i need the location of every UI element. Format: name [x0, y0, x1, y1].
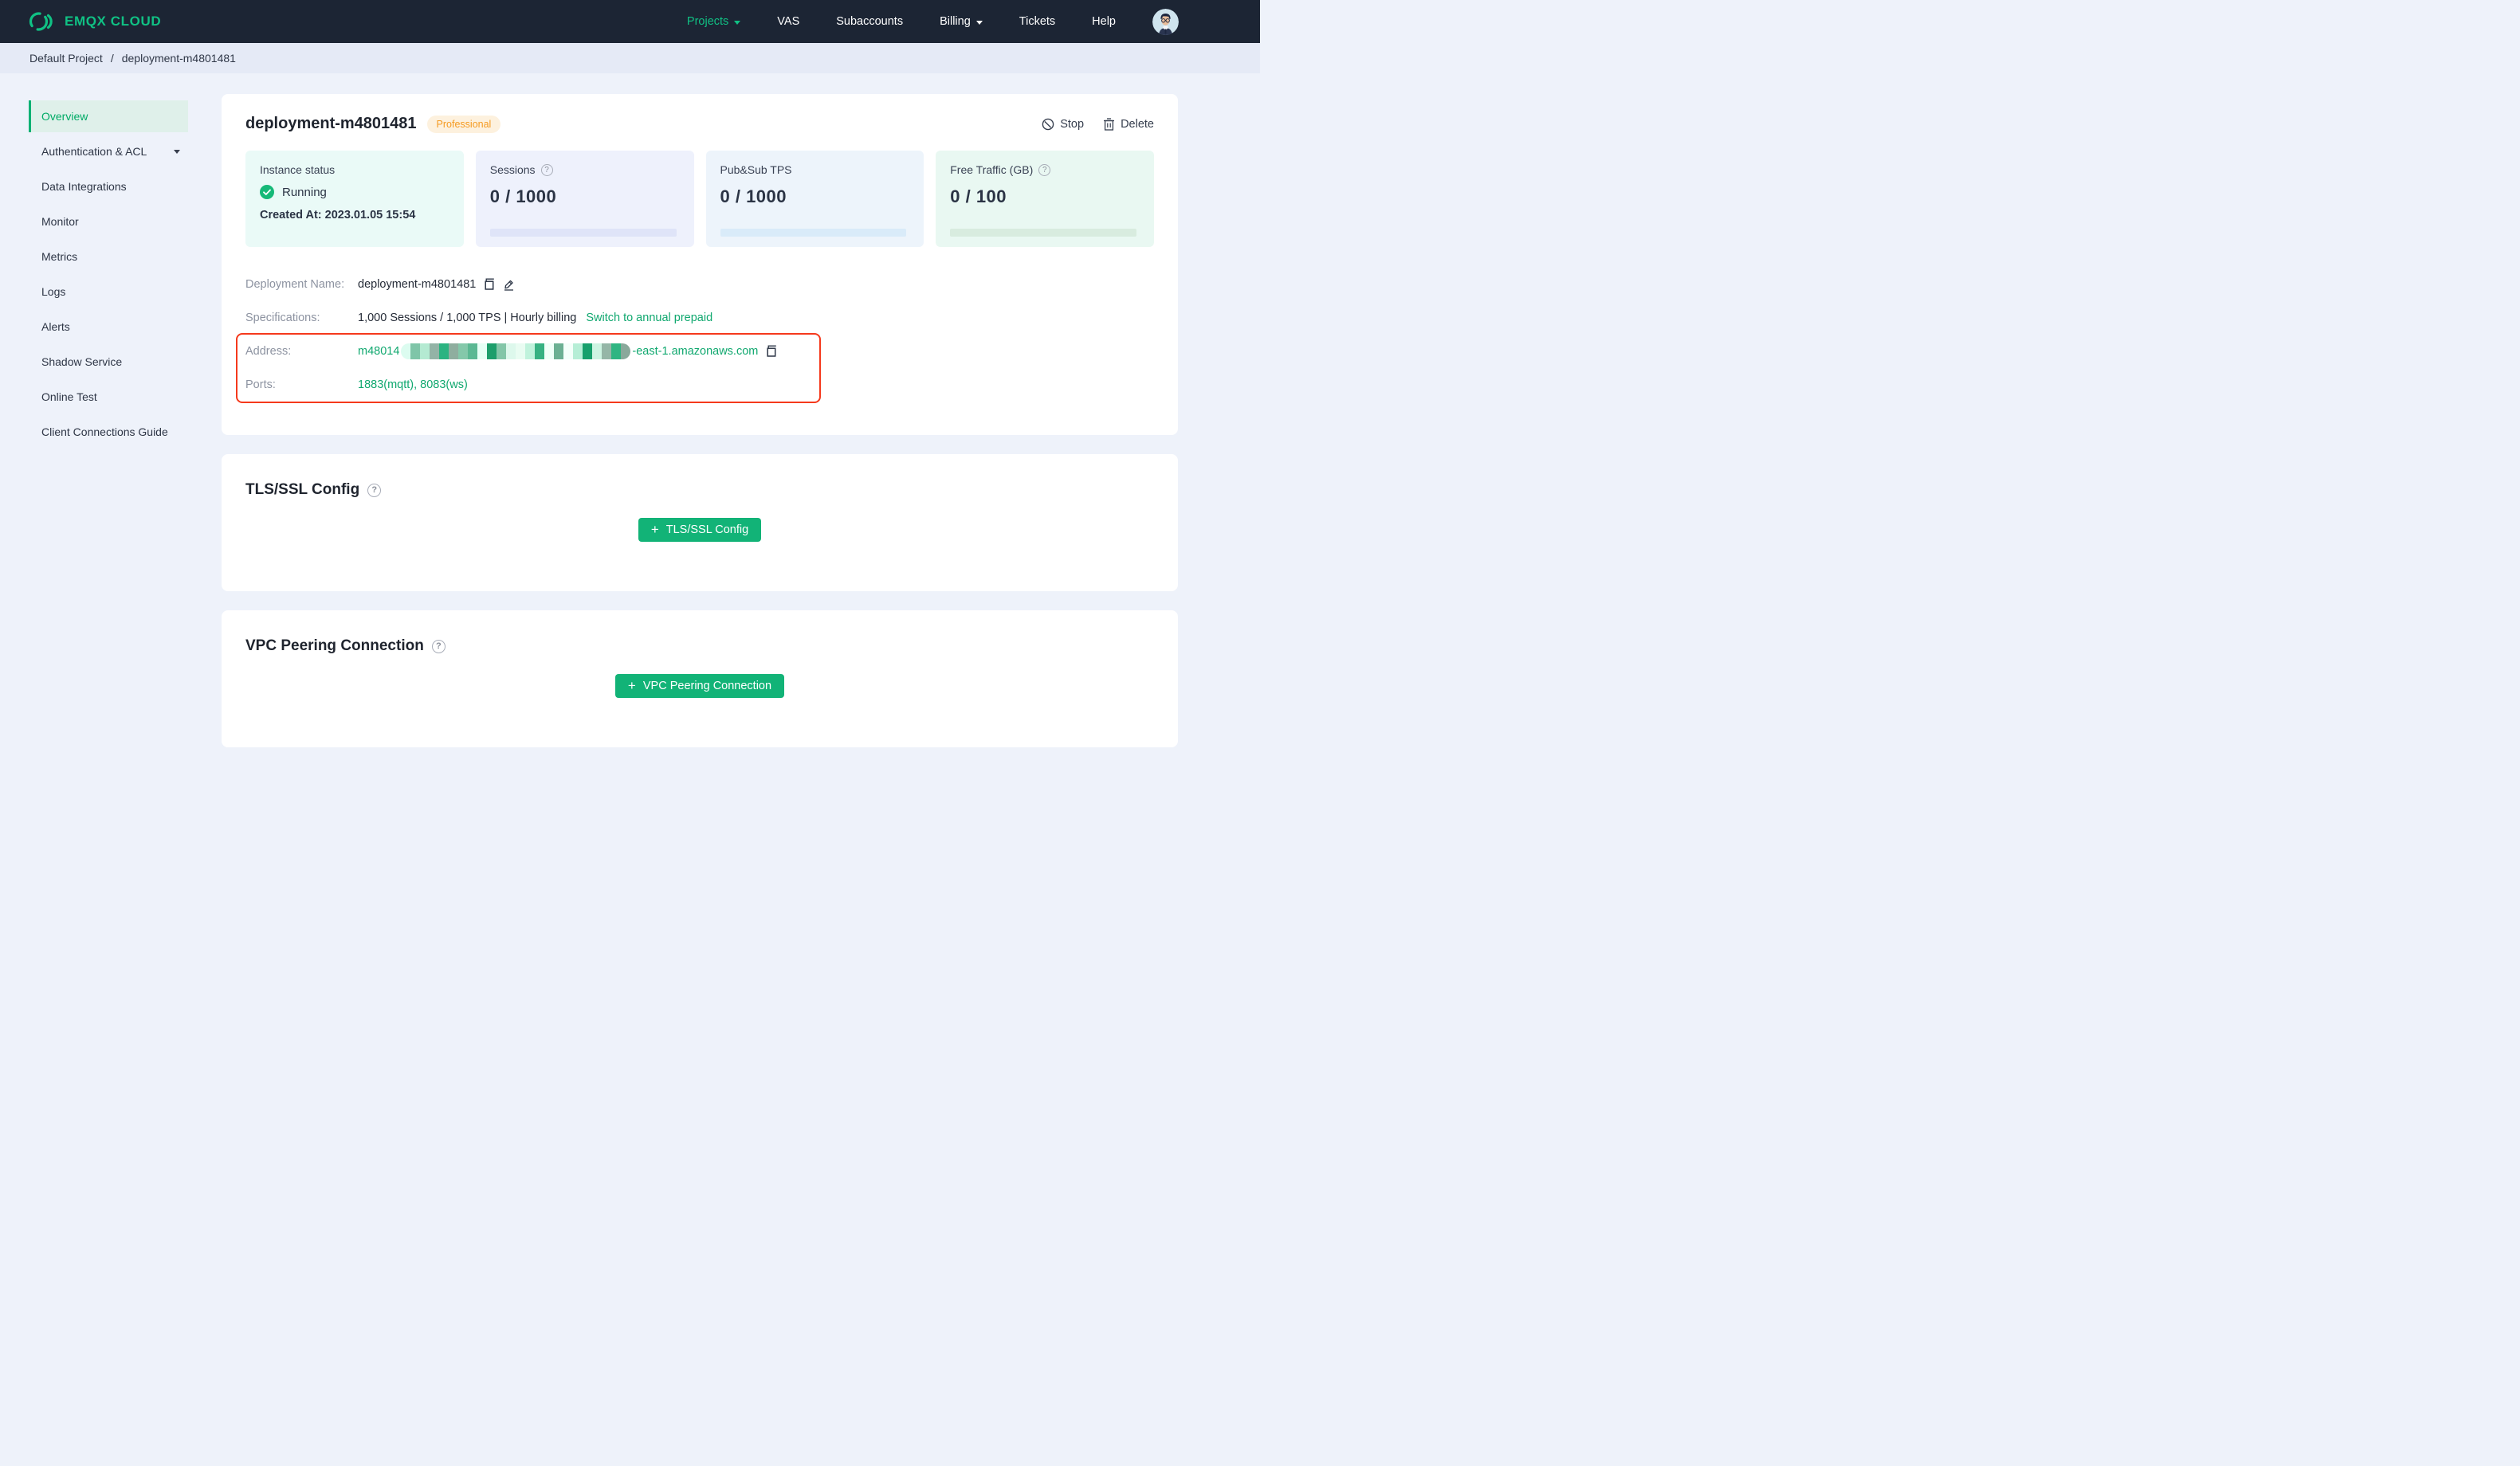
- switch-annual-prepaid-link[interactable]: Switch to annual prepaid: [586, 312, 712, 324]
- add-tls-ssl-config-button[interactable]: + TLS/SSL Config: [638, 518, 762, 542]
- sidebar-item-monitor[interactable]: Monitor: [29, 206, 188, 237]
- nav-item-help[interactable]: Help: [1092, 15, 1116, 28]
- help-icon[interactable]: ?: [1038, 163, 1051, 176]
- stop-icon: [1042, 118, 1054, 131]
- chevron-down-icon: [975, 20, 983, 25]
- instance-status-value: Running: [282, 185, 327, 199]
- tls-ssl-title: TLS/SSL Config: [245, 481, 360, 498]
- sidebar-item-data-integrations[interactable]: Data Integrations: [29, 171, 188, 202]
- copy-icon[interactable]: [765, 345, 777, 358]
- brand-name: EMQX CLOUD: [65, 14, 162, 29]
- sessions-progress-bar: [489, 229, 677, 237]
- sidebar-item-metrics[interactable]: Metrics: [29, 241, 188, 272]
- pubsub-tps-label: Pub&Sub TPS: [720, 163, 792, 176]
- address-prefix: m48014: [358, 345, 400, 358]
- specifications-label: Specifications:: [245, 312, 320, 324]
- address-label: Address:: [245, 345, 292, 358]
- vpc-peering-section: VPC Peering Connection ? + VPC Peering C…: [222, 610, 1178, 747]
- help-icon[interactable]: ?: [540, 163, 553, 176]
- sidebar-item-online-test[interactable]: Online Test: [29, 381, 188, 413]
- trash-icon: [1103, 117, 1115, 131]
- sidebar-item-alerts[interactable]: Alerts: [29, 311, 188, 343]
- user-avatar[interactable]: [1152, 8, 1179, 35]
- sessions-value: 0 / 1000: [489, 186, 557, 206]
- instance-status-card: Instance status Running Created At: 2023…: [245, 151, 464, 247]
- deployment-overview-card: deployment-m4801481 Professional Stop De…: [222, 94, 1178, 435]
- plan-badge: Professional: [426, 115, 501, 133]
- breadcrumb-project[interactable]: Default Project: [29, 52, 103, 65]
- help-icon[interactable]: ?: [367, 483, 382, 497]
- plus-icon: +: [627, 677, 636, 693]
- tls-ssl-section: TLS/SSL Config ? + TLS/SSL Config: [222, 454, 1178, 591]
- sessions-card: Sessions ? 0 / 1000: [475, 151, 694, 247]
- nav-item-billing[interactable]: Billing: [940, 15, 983, 28]
- created-at-text: Created At: 2023.01.05 15:54: [260, 209, 416, 221]
- pubsub-tps-progress-bar: [720, 229, 907, 237]
- free-traffic-label: Free Traffic (GB): [950, 163, 1034, 176]
- specifications-row: Specifications: 1,000 Sessions / 1,000 T…: [245, 301, 1154, 335]
- ports-value: 1883(mqtt), 8083(ws): [358, 378, 468, 391]
- sidebar-item-logs[interactable]: Logs: [29, 276, 188, 308]
- nav-item-vas[interactable]: VAS: [777, 15, 799, 28]
- edit-icon[interactable]: [502, 278, 516, 292]
- address-redaction: [401, 343, 631, 359]
- instance-status-label: Instance status: [260, 163, 336, 176]
- breadcrumb: Default Project / deployment-m4801481: [0, 43, 1260, 73]
- vpc-peering-title: VPC Peering Connection: [245, 637, 424, 654]
- delete-button[interactable]: Delete: [1103, 118, 1154, 131]
- nav-item-tickets[interactable]: Tickets: [1019, 15, 1055, 28]
- deployment-name-label: Deployment Name:: [245, 278, 345, 291]
- nav-item-projects[interactable]: Projects: [687, 15, 741, 28]
- address-row: Address: m48014 -east-1.amazonaws.com: [245, 335, 1154, 368]
- check-circle-icon: [260, 185, 274, 199]
- chevron-down-icon: [174, 149, 180, 154]
- sessions-label: Sessions: [489, 163, 536, 176]
- add-vpc-peering-button[interactable]: + VPC Peering Connection: [614, 674, 785, 698]
- emqx-logo-icon: [29, 11, 56, 32]
- top-navbar: EMQX CLOUD Projects VAS Subaccounts Bill…: [0, 0, 1260, 43]
- nav-menu: Projects VAS Subaccounts Billing Tickets…: [687, 8, 1179, 35]
- ports-row: Ports: 1883(mqtt), 8083(ws): [245, 368, 1154, 402]
- nav-item-subaccounts[interactable]: Subaccounts: [836, 15, 903, 28]
- chevron-down-icon: [734, 20, 741, 25]
- ports-label: Ports:: [245, 378, 276, 391]
- breadcrumb-separator: /: [110, 52, 114, 65]
- pubsub-tps-value: 0 / 1000: [720, 186, 787, 206]
- deployment-title: deployment-m4801481: [245, 115, 417, 132]
- free-traffic-card: Free Traffic (GB) ? 0 / 100: [936, 151, 1154, 247]
- sidebar-item-overview[interactable]: Overview: [29, 100, 188, 132]
- stop-button[interactable]: Stop: [1042, 118, 1084, 131]
- free-traffic-value: 0 / 100: [950, 186, 1007, 206]
- breadcrumb-page: deployment-m4801481: [121, 52, 236, 65]
- sidebar-item-shadow-service[interactable]: Shadow Service: [29, 346, 188, 378]
- address-suffix: -east-1.amazonaws.com: [632, 345, 759, 358]
- help-icon[interactable]: ?: [431, 639, 446, 653]
- sidebar-item-authentication-acl[interactable]: Authentication & ACL: [29, 135, 188, 167]
- free-traffic-progress-bar: [950, 229, 1136, 237]
- specifications-value: 1,000 Sessions / 1,000 TPS | Hourly bill…: [358, 312, 577, 324]
- sidebar: Overview Authentication & ACL Data Integ…: [0, 73, 191, 733]
- plus-icon: +: [650, 521, 659, 537]
- deployment-name-value: deployment-m4801481: [358, 278, 477, 291]
- sidebar-item-client-connections-guide[interactable]: Client Connections Guide: [29, 416, 188, 448]
- copy-icon[interactable]: [483, 278, 495, 291]
- deployment-name-row: Deployment Name: deployment-m4801481: [245, 268, 1154, 301]
- brand-logo[interactable]: EMQX CLOUD: [29, 11, 161, 32]
- pubsub-tps-card: Pub&Sub TPS 0 / 1000: [705, 151, 924, 247]
